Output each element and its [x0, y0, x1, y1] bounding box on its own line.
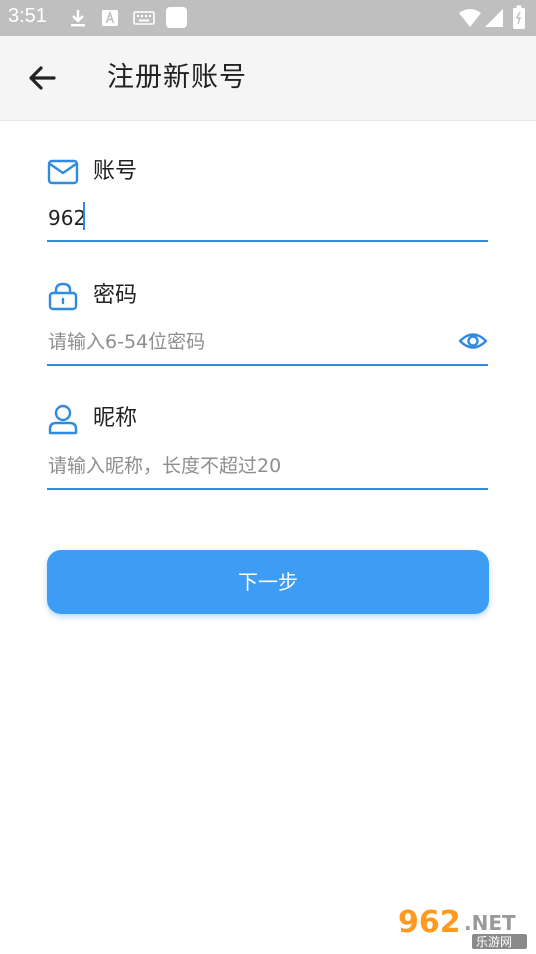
eye-icon[interactable]	[458, 326, 488, 356]
page-title: 注册新账号	[107, 62, 247, 93]
text-caret	[83, 202, 85, 230]
next-step-button[interactable]: 下一步	[47, 550, 489, 614]
arrow-left-icon[interactable]	[22, 58, 62, 98]
status-time: 3:51	[8, 5, 47, 27]
battery-icon	[513, 5, 525, 29]
watermark-logo: 962 .NET 乐游网	[396, 902, 531, 950]
svg-text:962: 962	[398, 905, 461, 940]
password-label: 密码	[93, 283, 138, 308]
nickname-placeholder: 请输入昵称，长度不超过20	[48, 455, 282, 477]
notification-square-icon	[166, 7, 187, 28]
svg-text:.NET: .NET	[464, 911, 516, 935]
svg-text:乐游网: 乐游网	[476, 935, 512, 949]
text-a-icon	[102, 10, 118, 26]
download-icon	[71, 10, 85, 27]
signal-icon	[485, 9, 503, 27]
password-input[interactable]: 请输入6-54位密码	[47, 322, 488, 366]
account-label: 账号	[93, 159, 138, 184]
nickname-input[interactable]: 请输入昵称，长度不超过20	[47, 446, 488, 490]
user-icon	[48, 404, 78, 435]
app-bar: 注册新账号	[0, 36, 536, 121]
mail-icon	[47, 159, 79, 185]
account-input[interactable]: 962	[47, 198, 488, 242]
watermark-logo-graphic: 962 .NET 乐游网	[397, 904, 527, 949]
nickname-label: 昵称	[93, 406, 138, 431]
lock-icon	[48, 282, 78, 311]
password-label-row: 密码	[47, 280, 247, 312]
password-placeholder: 请输入6-54位密码	[48, 331, 206, 353]
account-label-row: 账号	[47, 156, 247, 188]
nickname-label-row: 昵称	[47, 403, 247, 435]
status-bar: 3:51	[0, 0, 536, 36]
account-input-value: 962	[48, 206, 87, 230]
keyboard-icon	[133, 11, 155, 25]
wifi-icon	[459, 9, 481, 27]
